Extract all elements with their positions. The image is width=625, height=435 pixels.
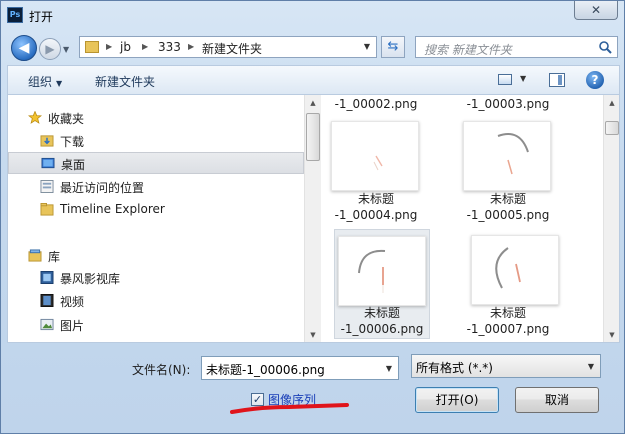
file-name[interactable]: 未标题 -1_00006.png: [317, 305, 447, 337]
open-dialog: Ps 打开 ✕ ◀ ▶ ▼ ▶ jb ▶ 333 ▶ 新建文件夹 ▼ ⇆ 搜索 …: [0, 0, 625, 434]
file-name-line1: 未标题: [489, 192, 526, 206]
file-name-line2: -1_00006.png: [340, 322, 424, 336]
arrow-left-icon: ◀: [18, 40, 30, 56]
filename-label: 文件名(N):: [132, 363, 191, 377]
view-options-dropdown[interactable]: ▼: [520, 74, 526, 83]
file-name-partial[interactable]: -1_00002.png: [311, 96, 441, 112]
nav-item-label: Timeline Explorer: [60, 202, 165, 216]
search-icon[interactable]: [598, 40, 612, 54]
dialog-footer: 文件名(N): 未标题-1_00006.png ▼ 所有格式 (*.*) ▼ ✓…: [1, 343, 624, 435]
chevron-down-icon[interactable]: ▼: [386, 364, 392, 373]
nav-item-timeline-explorer[interactable]: Timeline Explorer: [8, 199, 304, 221]
image-preview: [338, 236, 426, 306]
nav-item-label: 视频: [60, 295, 85, 309]
refresh-button[interactable]: ⇆: [381, 36, 405, 58]
nav-item-recent-places[interactable]: 最近访问的位置: [8, 176, 304, 198]
nav-item-label: 图片: [60, 319, 85, 333]
filename-value: 未标题-1_00006.png: [206, 363, 325, 377]
change-view-icon[interactable]: [498, 74, 512, 85]
refresh-icon: ⇆: [387, 39, 399, 54]
scroll-thumb[interactable]: [605, 121, 619, 135]
search-placeholder: 搜索 新建文件夹: [424, 43, 512, 57]
file-name-line1: 未标题: [357, 192, 394, 206]
forward-button[interactable]: ▶: [39, 38, 61, 60]
files-scrollbar[interactable]: ▲ ▼: [603, 95, 619, 342]
file-name-line1: 未标题: [489, 306, 526, 320]
file-name[interactable]: 未标题 -1_00004.png: [311, 191, 441, 223]
image-preview: [463, 121, 551, 191]
file-type-select[interactable]: 所有格式 (*.*) ▼: [411, 354, 601, 378]
nav-item-label: 库: [48, 250, 61, 264]
library-icon: [28, 249, 42, 262]
file-type-value: 所有格式 (*.*): [416, 361, 493, 375]
browser-content: 收藏夹 下载 桌面 最近访问的位置 Timeline Explorer 库 暴风…: [7, 95, 620, 343]
command-bar: 组织 ▼ 新建文件夹 ▼ ?: [7, 65, 620, 95]
chevron-right-icon[interactable]: ▶: [106, 42, 112, 51]
help-icon[interactable]: ?: [586, 71, 604, 89]
breadcrumb-segment[interactable]: 新建文件夹: [202, 40, 262, 57]
search-input[interactable]: 搜索 新建文件夹: [415, 36, 618, 58]
arrow-right-icon: ▶: [45, 42, 55, 56]
nav-item-label: 下载: [60, 135, 85, 149]
close-button[interactable]: ✕: [574, 1, 618, 20]
nav-item-libraries[interactable]: 库: [8, 245, 304, 267]
desktop-icon: [41, 157, 55, 169]
navigation-pane: 收藏夹 下载 桌面 最近访问的位置 Timeline Explorer 库 暴风…: [8, 95, 321, 342]
file-name-line2: -1_00007.png: [466, 322, 550, 336]
breadcrumb-segment[interactable]: jb: [120, 40, 131, 54]
nav-item-label: 收藏夹: [48, 112, 85, 126]
image-preview: [471, 235, 559, 305]
chevron-down-icon: ▼: [56, 79, 63, 88]
chevron-right-icon[interactable]: ▶: [142, 42, 148, 51]
file-name-line1: 未标题: [363, 306, 400, 320]
cancel-button[interactable]: 取消: [515, 387, 599, 413]
new-folder-button[interactable]: 新建文件夹: [95, 73, 155, 90]
nav-item-video-library[interactable]: 暴风影视库: [8, 267, 304, 289]
nav-item-label: 最近访问的位置: [60, 181, 145, 195]
nav-item-label: 暴风影视库: [60, 272, 121, 286]
folder-icon: [40, 203, 54, 216]
file-list: -1_00002.png -1_00003.png 未标题 -1_00004.pn…: [321, 95, 619, 342]
nav-item-label: 桌面: [61, 158, 86, 172]
file-name[interactable]: 未标题 -1_00007.png: [443, 305, 573, 337]
pictures-icon: [40, 318, 54, 331]
scroll-down-icon[interactable]: ▼: [604, 327, 619, 342]
address-bar[interactable]: ▶ jb ▶ 333 ▶ 新建文件夹 ▼: [79, 36, 377, 58]
nav-item-downloads[interactable]: 下载: [8, 130, 304, 152]
scroll-thumb[interactable]: [306, 113, 320, 161]
organize-menu[interactable]: 组织 ▼: [28, 73, 62, 90]
open-button[interactable]: 打开(O): [415, 387, 499, 413]
nav-item-favorites[interactable]: 收藏夹: [8, 107, 304, 129]
filename-field[interactable]: 未标题-1_00006.png ▼: [201, 356, 399, 380]
star-icon: [28, 111, 42, 124]
image-preview: [331, 121, 419, 191]
file-name-partial[interactable]: -1_00003.png: [443, 96, 573, 112]
nav-item-videos[interactable]: 视频: [8, 290, 304, 312]
organize-label: 组织: [28, 75, 53, 89]
breadcrumb-segment[interactable]: 333: [158, 40, 181, 54]
chevron-down-icon[interactable]: ▼: [364, 42, 370, 51]
navigation-toolbar: ◀ ▶ ▼ ▶ jb ▶ 333 ▶ 新建文件夹 ▼ ⇆ 搜索 新建文件夹: [7, 33, 620, 61]
scroll-up-icon[interactable]: ▲: [604, 95, 619, 111]
photoshop-app-icon: Ps: [7, 7, 23, 23]
back-button[interactable]: ◀: [11, 35, 37, 61]
file-name[interactable]: 未标题 -1_00005.png: [443, 191, 573, 223]
nav-item-pictures[interactable]: 图片: [8, 314, 304, 336]
nav-item-desktop[interactable]: 桌面: [8, 152, 304, 174]
dialog-title: 打开: [29, 10, 54, 24]
folder-icon: [85, 41, 99, 53]
file-name-line2: -1_00004.png: [334, 208, 418, 222]
file-name-line2: -1_00005.png: [466, 208, 550, 222]
video-library-icon: [40, 271, 54, 284]
red-underline-annotation: [230, 403, 349, 414]
chevron-right-icon[interactable]: ▶: [188, 42, 194, 51]
recent-places-icon: [40, 180, 54, 193]
download-folder-icon: [40, 135, 54, 147]
recent-pages-dropdown[interactable]: ▼: [63, 45, 69, 54]
title-bar: Ps 打开 ✕: [1, 1, 624, 31]
video-icon: [40, 294, 54, 307]
chevron-down-icon: ▼: [587, 362, 594, 371]
preview-pane-icon[interactable]: [549, 73, 565, 87]
